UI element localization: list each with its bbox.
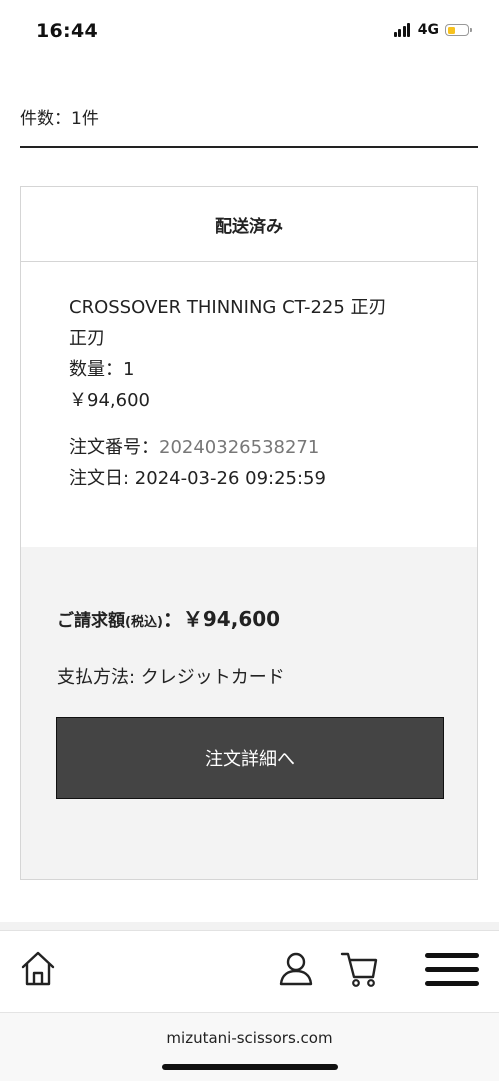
product-variant: 正刃 — [69, 328, 105, 349]
total-label: ご請求額 — [57, 611, 125, 631]
battery-icon — [445, 24, 472, 36]
tax-label: (税込) — [125, 615, 163, 630]
order-number-label: 注文番号： — [69, 437, 159, 458]
home-indicator — [162, 1064, 338, 1070]
signal-icon — [393, 23, 412, 37]
order-count: 件数：1件 — [20, 104, 478, 148]
total-value: ：￥94,600 — [162, 607, 281, 631]
order-status: 配送済み — [215, 216, 283, 237]
order-card: 配送済み CROSSOVER THINNING CT-225 正刃 正刃 数量：… — [20, 186, 478, 880]
cart-icon[interactable] — [340, 949, 378, 989]
product-quantity: 数量：1 — [69, 359, 135, 380]
order-total: ご請求額(税込)：￥94,600 — [57, 603, 280, 632]
order-detail-button[interactable]: 注文詳細へ — [56, 717, 444, 799]
user-icon[interactable] — [278, 949, 314, 987]
url-text: mizutani-scissors.com — [166, 1029, 333, 1047]
status-time: 16:44 — [36, 20, 98, 42]
order-date: 注文日: 2024-03-26 09:25:59 — [69, 468, 326, 489]
bottom-nav — [0, 930, 499, 1013]
product-price: ￥94,600 — [69, 390, 150, 411]
order-status-header: 配送済み — [21, 187, 477, 262]
browser-url-bar[interactable]: mizutani-scissors.com — [0, 1012, 499, 1081]
status-bar: 16:44 4G — [0, 0, 499, 62]
menu-icon[interactable] — [424, 951, 480, 989]
order-number: 20240326538271 — [159, 437, 320, 458]
payment-method: 支払方法: クレジットカード — [57, 667, 285, 688]
order-number-row: 注文番号：20240326538271 — [69, 432, 477, 463]
order-body: CROSSOVER THINNING CT-225 正刃 正刃 数量：1 ￥94… — [21, 262, 477, 548]
footer-divider — [0, 922, 499, 930]
status-icons: 4G — [393, 22, 472, 38]
product-name: CROSSOVER THINNING CT-225 正刃 — [69, 297, 387, 318]
network-label: 4G — [417, 22, 439, 38]
home-icon[interactable] — [20, 949, 56, 987]
order-count-label: 件数：1件 — [20, 109, 99, 129]
order-summary: ご請求額(税込)：￥94,600 支払方法: クレジットカード 注文詳細へ — [21, 547, 477, 879]
